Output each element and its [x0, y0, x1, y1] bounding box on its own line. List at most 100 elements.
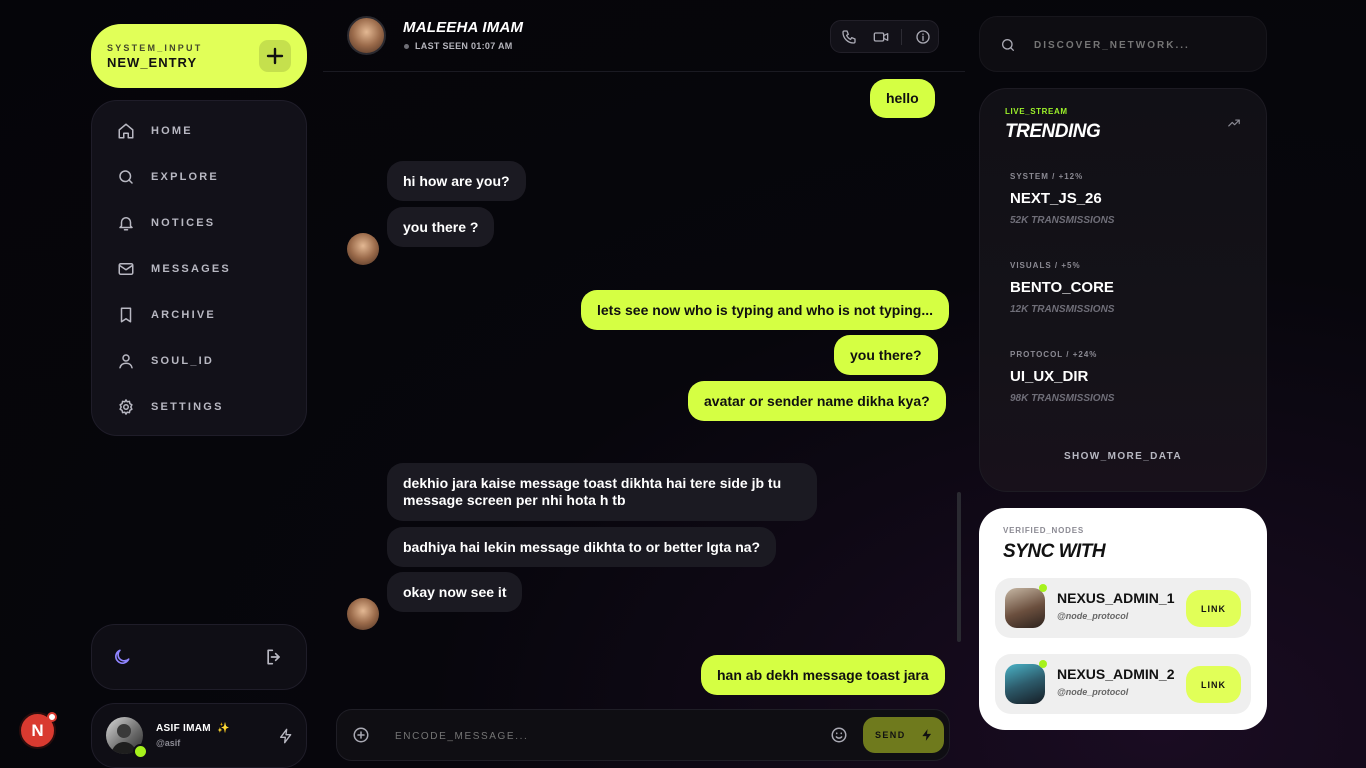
trending-title: TRENDING	[1005, 121, 1101, 142]
info-icon[interactable]	[915, 29, 931, 50]
message-bubble-out[interactable]: lets see now who is typing and who is no…	[581, 290, 950, 330]
user-name: ASIF IMAM	[156, 723, 211, 734]
message-input[interactable]	[395, 722, 815, 750]
link-button[interactable]: LINK	[1186, 590, 1241, 627]
sidebar-item-label: ARCHIVE	[151, 309, 216, 321]
send-button[interactable]: SEND	[863, 717, 944, 753]
message-bubble-out[interactable]: you there?	[834, 335, 938, 375]
trending-caption: LIVE_STREAM	[1005, 107, 1068, 116]
node-status-dot	[1039, 660, 1047, 668]
sidebar-item-soul-id[interactable]: SOUL_ID	[116, 349, 214, 373]
node-handle: @node_protocol	[1057, 611, 1129, 621]
node-status-dot	[1039, 584, 1047, 592]
phone-icon[interactable]	[841, 29, 857, 50]
node-handle: @node_protocol	[1057, 687, 1129, 697]
node-avatar	[1005, 664, 1045, 704]
plus-icon[interactable]	[259, 40, 291, 72]
trending-up-icon	[1226, 116, 1242, 135]
new-entry-label: NEW_ENTRY	[107, 55, 198, 70]
trending-card: LIVE_STREAM TRENDING SYSTEM / +12% NEXT_…	[979, 88, 1267, 492]
home-icon	[116, 121, 136, 141]
node-avatar	[1005, 588, 1045, 628]
chat-scrollbar[interactable]	[957, 492, 961, 642]
notification-dot	[47, 712, 57, 722]
moon-icon[interactable]	[112, 647, 132, 672]
search-icon	[1000, 37, 1016, 58]
mail-icon	[116, 259, 136, 279]
call-controls	[830, 20, 939, 53]
bell-icon	[116, 213, 136, 233]
contact-name: MALEEHA IMAM	[403, 19, 524, 36]
new-entry-button[interactable]: SYSTEM_INPUT NEW_ENTRY	[91, 24, 307, 88]
message-composer: SEND	[336, 709, 950, 761]
node-row: NEXUS_ADMIN_2 @node_protocol LINK	[995, 654, 1251, 714]
last-seen-row: LAST SEEN 01:07 AM	[404, 41, 513, 51]
trend-item[interactable]: VISUALS / +5% BENTO_CORE 12K TRANSMISSIO…	[1010, 261, 1114, 315]
sparkle-icon: ✨	[217, 723, 230, 734]
utility-card	[91, 624, 307, 690]
message-bubble-in[interactable]: hi how are you?	[387, 161, 526, 201]
sidebar-nav: HOME EXPLORE NOTICES MESSAGES ARCHIVE SO…	[91, 100, 307, 436]
sidebar-item-label: NOTICES	[151, 217, 216, 229]
trend-name: UI_UX_DIR	[1010, 368, 1089, 385]
bolt-icon[interactable]	[278, 727, 294, 750]
sidebar-item-label: EXPLORE	[151, 171, 219, 183]
trend-category: SYSTEM / +12%	[1010, 172, 1084, 181]
link-button[interactable]: LINK	[1186, 666, 1241, 703]
gear-icon	[116, 397, 136, 417]
new-entry-caption: SYSTEM_INPUT	[107, 43, 203, 53]
sidebar-item-label: MESSAGES	[151, 263, 231, 275]
user-handle: @asif	[156, 738, 181, 748]
trend-count: 12K TRANSMISSIONS	[1010, 304, 1115, 315]
sidebar-item-notices[interactable]: NOTICES	[116, 211, 215, 235]
video-icon[interactable]	[872, 29, 890, 50]
sidebar-item-explore[interactable]: EXPLORE	[116, 165, 219, 189]
user-icon	[116, 351, 136, 371]
trend-category: VISUALS / +5%	[1010, 261, 1081, 270]
node-name: NEXUS_ADMIN_2	[1057, 666, 1175, 682]
message-bubble-out[interactable]: han ab dekh message toast jara	[701, 655, 945, 695]
last-seen: LAST SEEN 01:07 AM	[415, 41, 513, 51]
contact-avatar[interactable]	[347, 16, 386, 55]
sidebar-item-label: HOME	[151, 125, 193, 137]
sidebar-item-settings[interactable]: SETTINGS	[116, 395, 224, 419]
node-name: NEXUS_ADMIN_1	[1057, 590, 1175, 606]
message-bubble-in[interactable]: okay now see it	[387, 572, 523, 612]
trend-item[interactable]: SYSTEM / +12% NEXT_JS_26 52K TRANSMISSIO…	[1010, 172, 1114, 226]
message-bubble-out[interactable]: avatar or sender name dikha kya?	[688, 381, 946, 421]
trend-item[interactable]: PROTOCOL / +24% UI_UX_DIR 98K TRANSMISSI…	[1010, 350, 1114, 404]
user-card[interactable]: ASIF IMAM ✨ @asif	[91, 703, 307, 768]
sync-title: SYNC WITH	[1003, 541, 1106, 562]
user-name-row: ASIF IMAM ✨	[156, 723, 230, 734]
show-more-button[interactable]: SHOW_MORE_DATA	[980, 451, 1266, 462]
sidebar-item-archive[interactable]: ARCHIVE	[116, 303, 216, 327]
search-icon	[116, 167, 136, 187]
sidebar-item-home[interactable]: HOME	[116, 119, 193, 143]
bookmark-icon	[116, 305, 136, 325]
logout-icon[interactable]	[264, 647, 284, 672]
trend-count: 52K TRANSMISSIONS	[1010, 215, 1115, 226]
online-status-dot	[133, 744, 148, 759]
sidebar-item-label: SETTINGS	[151, 401, 224, 413]
emoji-icon[interactable]	[830, 726, 848, 749]
search-bar[interactable]	[979, 16, 1267, 72]
notification-initial: N	[31, 720, 44, 740]
sidebar-item-label: SOUL_ID	[151, 355, 215, 367]
message-bubble-in[interactable]: dekhio jara kaise message toast dikhta h…	[387, 463, 817, 521]
bolt-icon	[920, 727, 934, 743]
sidebar-item-messages[interactable]: MESSAGES	[116, 257, 231, 281]
sender-avatar	[347, 233, 379, 265]
message-bubble-out[interactable]: hello	[870, 79, 935, 118]
trend-name: BENTO_CORE	[1010, 279, 1114, 296]
add-attachment-icon[interactable]	[352, 726, 370, 749]
message-bubble-in[interactable]: badhiya hai lekin message dikhta to or b…	[387, 527, 777, 567]
sync-card: VERIFIED_NODES SYNC WITH NEXUS_ADMIN_1 @…	[979, 508, 1267, 730]
node-row: NEXUS_ADMIN_1 @node_protocol LINK	[995, 578, 1251, 638]
message-bubble-in[interactable]: you there ?	[387, 207, 495, 247]
trend-count: 98K TRANSMISSIONS	[1010, 393, 1115, 404]
trend-name: NEXT_JS_26	[1010, 190, 1102, 207]
divider	[901, 29, 902, 45]
search-input[interactable]	[1034, 33, 1244, 57]
sync-caption: VERIFIED_NODES	[1003, 526, 1084, 535]
status-dot	[404, 43, 409, 49]
